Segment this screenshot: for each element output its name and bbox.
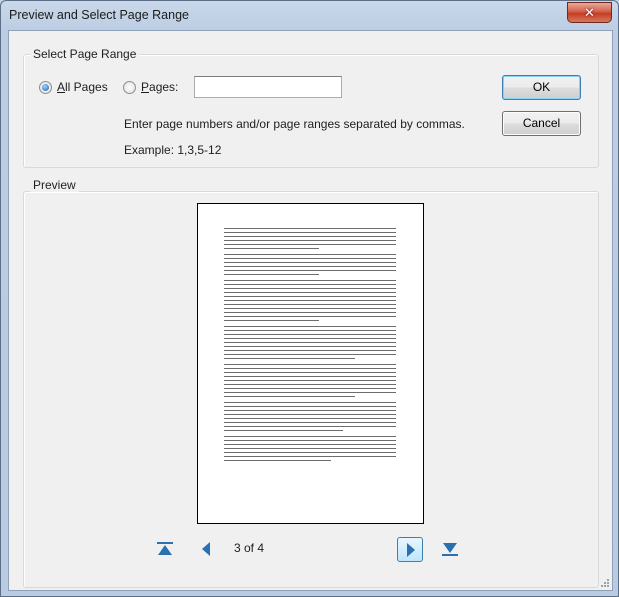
preview-legend: Preview (30, 178, 79, 192)
page-thumbnail (197, 203, 424, 524)
page-text-line (224, 422, 396, 423)
page-text-line (224, 326, 396, 327)
next-page-button[interactable] (397, 537, 423, 562)
page-text-line (224, 376, 396, 377)
page-text-line (224, 426, 396, 427)
page-text-line (224, 392, 396, 393)
page-text-line (224, 440, 396, 441)
page-indicator: 3 of 4 (234, 541, 265, 555)
page-text-line (224, 266, 396, 267)
page-text-line (224, 312, 396, 313)
page-text-line (224, 388, 396, 389)
page-text-line (224, 368, 396, 369)
resize-grip-icon[interactable] (600, 578, 610, 588)
all-pages-radio[interactable]: All Pages (39, 80, 108, 94)
pages-label: Pages: (141, 80, 179, 94)
last-page-icon (442, 543, 458, 556)
page-text-line (224, 338, 396, 339)
page-text-line (224, 254, 396, 255)
page-text-line (224, 232, 396, 233)
page-text-line (224, 384, 396, 385)
example-text: Example: 1,3,5-12 (124, 143, 222, 157)
first-page-button[interactable] (154, 538, 176, 560)
page-text-line (224, 456, 396, 457)
page-text-line (224, 350, 396, 351)
title-bar[interactable]: Preview and Select Page Range ✕ (1, 1, 618, 31)
page-text-line (224, 430, 343, 431)
page-text-line (224, 444, 396, 445)
page-text-line (224, 418, 396, 419)
page-text-line (224, 358, 355, 359)
page-text-line (224, 346, 396, 347)
page-paragraph (224, 402, 396, 431)
page-text-line (224, 320, 319, 321)
page-paragraph (224, 364, 396, 397)
page-text-line (224, 410, 396, 411)
all-pages-label: All Pages (57, 80, 108, 94)
page-text-line (224, 436, 396, 437)
last-page-button[interactable] (439, 538, 461, 560)
page-text-line (224, 452, 396, 453)
close-icon: ✕ (584, 5, 595, 20)
page-text-line (224, 402, 396, 403)
page-text-line (224, 414, 396, 415)
previous-page-button[interactable] (196, 538, 218, 560)
all-pages-radio-dot[interactable] (39, 80, 52, 94)
pages-radio[interactable]: Pages: (123, 80, 178, 94)
pages-radio-dot[interactable] (123, 80, 136, 94)
page-paragraph (224, 228, 396, 249)
close-button[interactable]: ✕ (567, 2, 612, 23)
page-text-line (224, 406, 396, 407)
page-text-line (224, 262, 396, 263)
dialog-body: Select Page Range All Pages Pages: OK Ca… (8, 30, 613, 591)
page-text-line (224, 342, 396, 343)
page-text-line (224, 258, 396, 259)
page-text-line (224, 240, 396, 241)
page-text-line (224, 274, 319, 275)
page-text-line (224, 248, 319, 249)
page-text-line (224, 334, 396, 335)
page-text-line (224, 300, 396, 301)
page-text-line (224, 280, 396, 281)
page-text-line (224, 284, 396, 285)
ok-button[interactable]: OK (502, 75, 581, 100)
page-text-line (224, 448, 396, 449)
page-paragraph (224, 280, 396, 321)
dialog-window: Preview and Select Page Range ✕ Select P… (0, 0, 619, 597)
page-text-line (224, 380, 396, 381)
page-text-line (224, 244, 396, 245)
page-text-line (224, 354, 396, 355)
page-text-line (224, 228, 396, 229)
page-text-line (224, 460, 331, 461)
first-page-icon (157, 542, 173, 555)
page-range-legend: Select Page Range (30, 47, 140, 61)
pages-input[interactable] (194, 76, 342, 98)
page-text-line (224, 330, 396, 331)
page-text-line (224, 236, 396, 237)
page-paragraph (224, 326, 396, 359)
window-title: Preview and Select Page Range (9, 8, 189, 22)
page-paragraph (224, 436, 396, 461)
page-text-line (224, 372, 396, 373)
page-text-line (224, 364, 396, 365)
previous-page-icon (202, 542, 210, 556)
page-text-line (224, 296, 396, 297)
cancel-button[interactable]: Cancel (502, 111, 581, 136)
page-text-line (224, 396, 355, 397)
page-text-line (224, 288, 396, 289)
page-text-line (224, 316, 396, 317)
page-text-line (224, 270, 396, 271)
next-page-icon (407, 543, 415, 557)
page-text-line (224, 292, 396, 293)
instructions-text: Enter page numbers and/or page ranges se… (124, 117, 465, 131)
page-text-line (224, 304, 396, 305)
page-paragraph (224, 254, 396, 275)
page-text-line (224, 308, 396, 309)
page-text-lines (224, 228, 396, 466)
